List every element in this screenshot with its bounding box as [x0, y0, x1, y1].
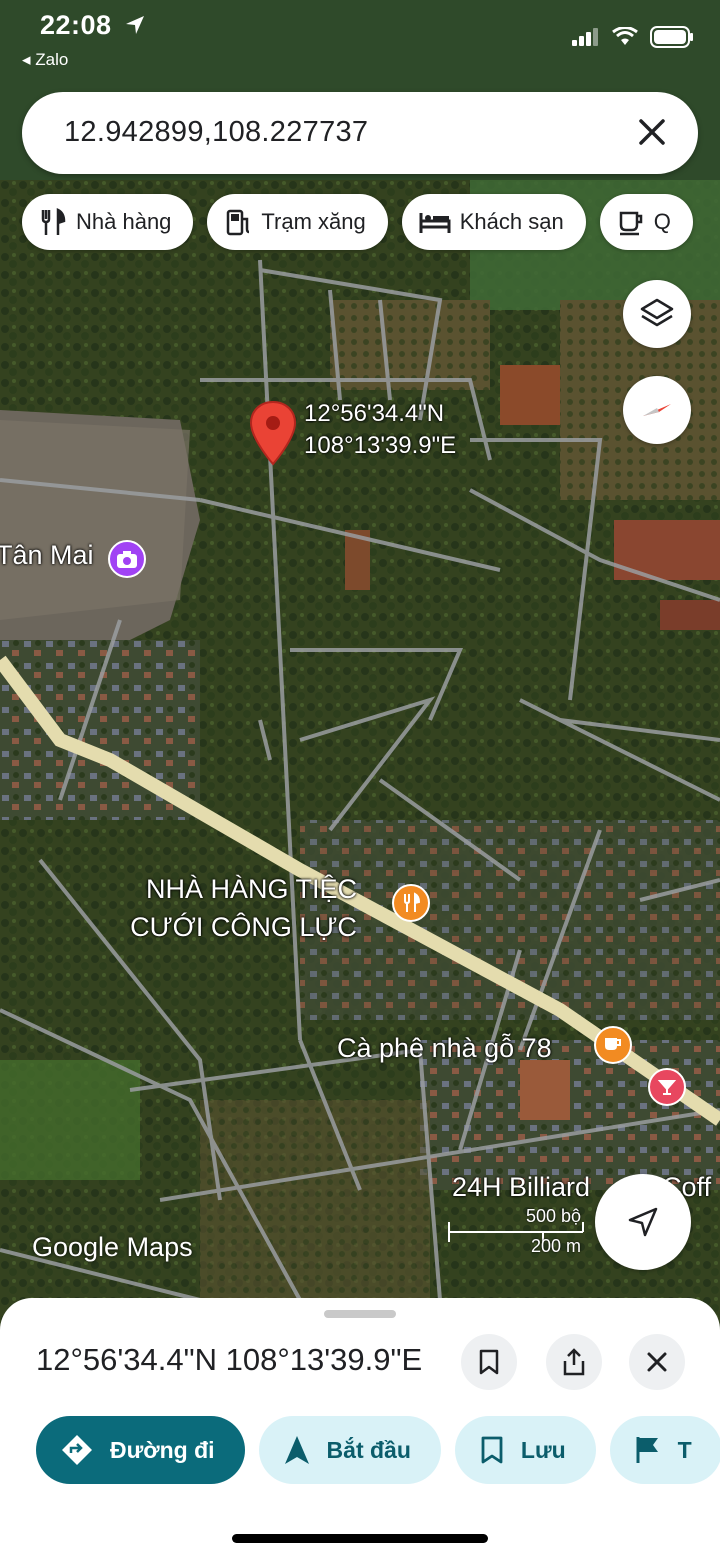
chip-hotels[interactable]: Khách sạn: [401, 194, 586, 250]
chip-restaurants[interactable]: Nhà hàng: [22, 194, 194, 250]
search-input[interactable]: 12.942899,108.227737: [64, 116, 368, 149]
share-button[interactable]: [546, 1334, 602, 1390]
layers-icon: [640, 298, 674, 327]
home-indicator: [232, 1534, 488, 1543]
compass-button[interactable]: [623, 376, 691, 444]
signal-icon: [572, 28, 598, 46]
cafe-poi-icon[interactable]: [594, 1026, 632, 1064]
back-to-app-link[interactable]: ◂ Zalo: [22, 50, 68, 70]
close-icon[interactable]: [632, 112, 672, 152]
hotel-icon: [419, 213, 451, 233]
start-button[interactable]: Bắt đầu: [258, 1416, 441, 1484]
navigation-arrow-icon: [284, 1436, 309, 1464]
search-bar[interactable]: 12.942899,108.227737: [22, 92, 698, 174]
location-arrow-icon: [125, 16, 144, 34]
status-bar: 22:08 ◂ Zalo: [0, 0, 720, 80]
place-bottom-sheet[interactable]: 12°56'34.4"N 108°13'39.9"E Đường đi Bắt …: [0, 1298, 720, 1559]
place-title: 12°56'34.4"N 108°13'39.9"E: [36, 1342, 423, 1377]
scale-bar: 500 bộ 200 m: [447, 1206, 587, 1258]
drag-handle[interactable]: [324, 1310, 396, 1318]
pin-coordinates-label: 12°56'34.4"N 108°13'39.9"E: [304, 400, 457, 459]
map-pin-icon: [249, 400, 297, 466]
save-icon-button[interactable]: [461, 1334, 517, 1390]
close-icon: [647, 1352, 667, 1372]
gas-station-icon: [227, 209, 250, 236]
wifi-icon: [612, 27, 638, 45]
category-chips: Nhà hàng Trạm xăng Khách sạn Q: [22, 194, 693, 250]
navigation-arrow-icon: [628, 1207, 658, 1237]
place-label-restaurant[interactable]: NHÀ HÀNG TIỆC CƯỚI CÔNG LỰC: [130, 870, 357, 946]
directions-icon: [62, 1435, 92, 1465]
chip-coffee[interactable]: Q: [599, 194, 693, 250]
place-label-cafe[interactable]: Cà phê nhà gỗ 78: [337, 1033, 552, 1064]
flag-icon: [636, 1437, 658, 1463]
restaurant-icon: [41, 207, 66, 235]
attraction-poi-icon[interactable]: [648, 1068, 686, 1106]
save-button[interactable]: Lưu: [454, 1416, 596, 1484]
status-icons: [572, 26, 694, 48]
google-maps-logo: Google Maps: [32, 1232, 193, 1262]
restaurant-poi-icon[interactable]: [392, 884, 430, 922]
action-buttons: Đường đi Bắt đầu Lưu T: [36, 1416, 720, 1484]
close-sheet-button[interactable]: [629, 1334, 685, 1390]
camera-icon[interactable]: [108, 540, 146, 578]
compass-icon: [643, 404, 671, 416]
layers-button[interactable]: [623, 280, 691, 348]
bookmark-icon: [479, 1349, 499, 1375]
directions-button[interactable]: Đường đi: [36, 1416, 245, 1484]
place-label-tan-mai[interactable]: Tân Mai: [0, 540, 94, 571]
share-icon: [563, 1348, 585, 1376]
chip-gas-stations[interactable]: Trạm xăng: [207, 194, 388, 250]
location-pin[interactable]: [249, 400, 297, 466]
label-button[interactable]: T: [609, 1416, 720, 1484]
clock: 22:08: [40, 10, 146, 41]
bookmark-icon: [481, 1436, 503, 1464]
battery-icon: [650, 26, 693, 48]
my-location-button[interactable]: [595, 1174, 691, 1270]
coffee-icon: [619, 211, 642, 236]
